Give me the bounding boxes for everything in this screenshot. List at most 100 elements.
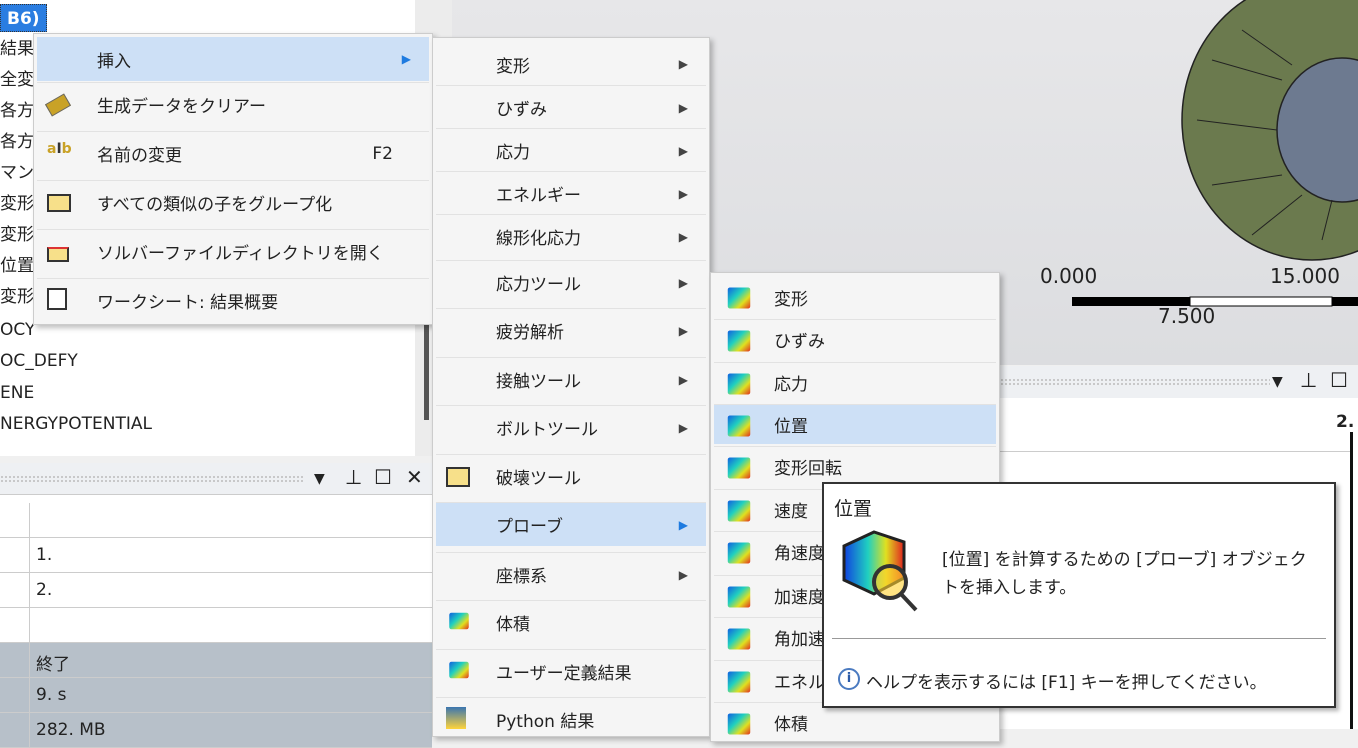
menu-item-label: 応力 — [496, 143, 530, 163]
menu-item-label: ソルバーファイルディレクトリを開く — [97, 244, 384, 264]
menu-item-3[interactable]: 応力 — [714, 362, 996, 402]
menu-item-11[interactable]: プローブ ▶ — [436, 502, 706, 546]
probe-location-icon — [842, 530, 918, 612]
menu-item-15[interactable]: Python 結果 — [436, 697, 706, 741]
pin-icon[interactable]: ⊥ — [345, 465, 362, 489]
python-icon — [446, 707, 472, 733]
table-cell-value: 9. s — [36, 685, 67, 705]
tree-item[interactable]: 結果 — [0, 34, 34, 64]
menu-item-label: プローブ — [496, 517, 563, 537]
tree-item[interactable]: OC_DEFY — [0, 346, 78, 376]
fracture-tool-icon — [446, 464, 472, 490]
menu-item-label: 変形 — [774, 289, 808, 310]
menu-item-label: 位置 — [774, 417, 808, 437]
menu-item-1[interactable]: 変形 ▶ — [436, 42, 706, 86]
user-defined-result-icon — [446, 659, 472, 685]
tooltip-title: 位置 — [834, 498, 873, 520]
chevron-right-icon: ▶ — [401, 52, 411, 66]
table-cell-label — [0, 643, 30, 677]
menu-item-8[interactable]: 接触ツール ▶ — [436, 357, 706, 401]
menu-item-label: 変形回転 — [774, 459, 842, 479]
scale-label-0: 0.000 — [1040, 264, 1098, 288]
menu-item-6[interactable]: 応力ツール ▶ — [436, 260, 706, 304]
tree-item[interactable]: ENE — [0, 378, 34, 408]
tree-item[interactable]: マン — [0, 158, 34, 188]
menu-item-label: ひずみ — [774, 332, 825, 352]
table-cell-value: 2. — [36, 580, 53, 600]
table-cell-value: 終了 — [36, 655, 70, 675]
volume-icon — [446, 610, 472, 636]
menu-item-1[interactable]: 変形 — [714, 277, 996, 317]
cylinder-model — [1181, 0, 1358, 261]
tree-item[interactable]: OCY — [0, 315, 35, 345]
menu-item-label: 座標系 — [496, 567, 547, 587]
menu-item-2[interactable]: 生成データをクリアー — [37, 82, 429, 126]
menu-item-7[interactable]: 疲労解析 ▶ — [436, 308, 706, 352]
menu-item-6[interactable]: ワークシート: 結果概要 — [37, 278, 429, 322]
menu-item-label: 破壊ツール — [496, 469, 581, 489]
dropdown-icon[interactable]: ▼ — [314, 471, 325, 487]
menu-item-label: 生成データをクリアー — [97, 97, 266, 117]
maximize-icon[interactable]: ☐ — [374, 465, 392, 489]
table-row: 9. s — [0, 678, 432, 713]
probe-icon — [724, 284, 751, 310]
tree-item[interactable]: 変形 — [0, 189, 34, 219]
menu-item-5[interactable]: 変形回転 — [714, 446, 996, 486]
tree-item[interactable]: 各方 — [0, 96, 34, 126]
tree-item[interactable]: NERGYPOTENTIAL — [0, 409, 152, 439]
tree-item[interactable]: 変形 — [0, 220, 34, 250]
graph-value: 2. — [1336, 412, 1355, 432]
menu-item-5[interactable]: ソルバーファイルディレクトリを開く — [37, 229, 429, 273]
menu-item-14[interactable]: ユーザー定義結果 — [436, 649, 706, 693]
context-menu: 挿入 ▶ 生成データをクリアー aIb 名前の変更 F2 すべての類似の子をグループ化ソルバ… — [33, 33, 433, 325]
chevron-right-icon: ▶ — [678, 143, 688, 158]
tooltip-help: ヘルプを表示するには [F1] キーを押してください。 — [866, 673, 1267, 693]
menu-item-5[interactable]: 線形化応力 ▶ — [436, 214, 706, 258]
probe-icon — [724, 454, 751, 480]
table-cell-label — [0, 573, 30, 607]
probe-icon — [724, 497, 751, 523]
probe-icon — [724, 539, 751, 565]
menu-item-2[interactable]: ひずみ ▶ — [436, 85, 706, 129]
tree-item-selected[interactable]: B6) — [0, 4, 47, 32]
table-row — [0, 503, 432, 538]
menu-item-label: 応力 — [774, 375, 808, 395]
probe-icon — [724, 412, 751, 438]
menu-item-label: Python 結果 — [496, 712, 595, 732]
maximize-icon[interactable]: ☐ — [1330, 368, 1348, 392]
tree-item[interactable]: 各方 — [0, 127, 34, 157]
table-cell-label — [0, 608, 30, 642]
tree-item[interactable]: 位置 — [0, 251, 34, 281]
info-icon: i — [838, 668, 860, 690]
graph-axis — [1350, 432, 1353, 729]
menu-item-4[interactable]: 位置 — [714, 404, 996, 444]
table-cell-value: 282. MB — [36, 720, 106, 740]
tree-item[interactable]: 変形 — [0, 282, 34, 312]
menu-item-label: ひずみ — [496, 100, 547, 120]
menu-item-1[interactable]: 挿入 ▶ — [37, 37, 429, 81]
close-icon[interactable]: ✕ — [406, 465, 423, 489]
insert-submenu: 変形 ▶ ひずみ ▶ 応力 ▶ エネルギー ▶ 線形化応力 ▶ 応力ツール ▶ 疲労解析 ▶ 接触ツール ▶ ボ… — [432, 37, 710, 737]
menu-item-12[interactable]: 座標系 ▶ — [436, 552, 706, 596]
chevron-right-icon: ▶ — [678, 100, 688, 115]
menu-item-3[interactable]: 応力 ▶ — [436, 128, 706, 172]
menu-item-3[interactable]: aIb 名前の変更 F2 — [37, 131, 429, 175]
table-row: 2. — [0, 573, 432, 608]
menu-item-13[interactable]: 体積 — [436, 600, 706, 644]
tree-item[interactable]: 全変 — [0, 65, 34, 95]
details-panel: ▼ ⊥ ☐ ✕ 1. 2. 終了 9. s 282. MB — [0, 463, 432, 748]
folder-icon — [47, 190, 73, 216]
chevron-right-icon: ▶ — [678, 186, 688, 201]
menu-item-9[interactable]: ボルトツール ▶ — [436, 405, 706, 449]
menu-item-label: エネルギー — [496, 186, 581, 206]
menu-item-label: 体積 — [774, 715, 808, 735]
dropdown-icon[interactable]: ▼ — [1272, 374, 1283, 390]
menu-item-label: 疲労解析 — [496, 323, 564, 343]
menu-item-2[interactable]: ひずみ — [714, 319, 996, 359]
probe-icon — [724, 710, 751, 736]
menu-item-11[interactable]: 体積 — [714, 702, 996, 742]
pin-icon[interactable]: ⊥ — [1300, 368, 1317, 392]
menu-item-4[interactable]: エネルギー ▶ — [436, 171, 706, 215]
menu-item-10[interactable]: 破壊ツール — [436, 454, 706, 498]
menu-item-4[interactable]: すべての類似の子をグループ化 — [37, 180, 429, 224]
